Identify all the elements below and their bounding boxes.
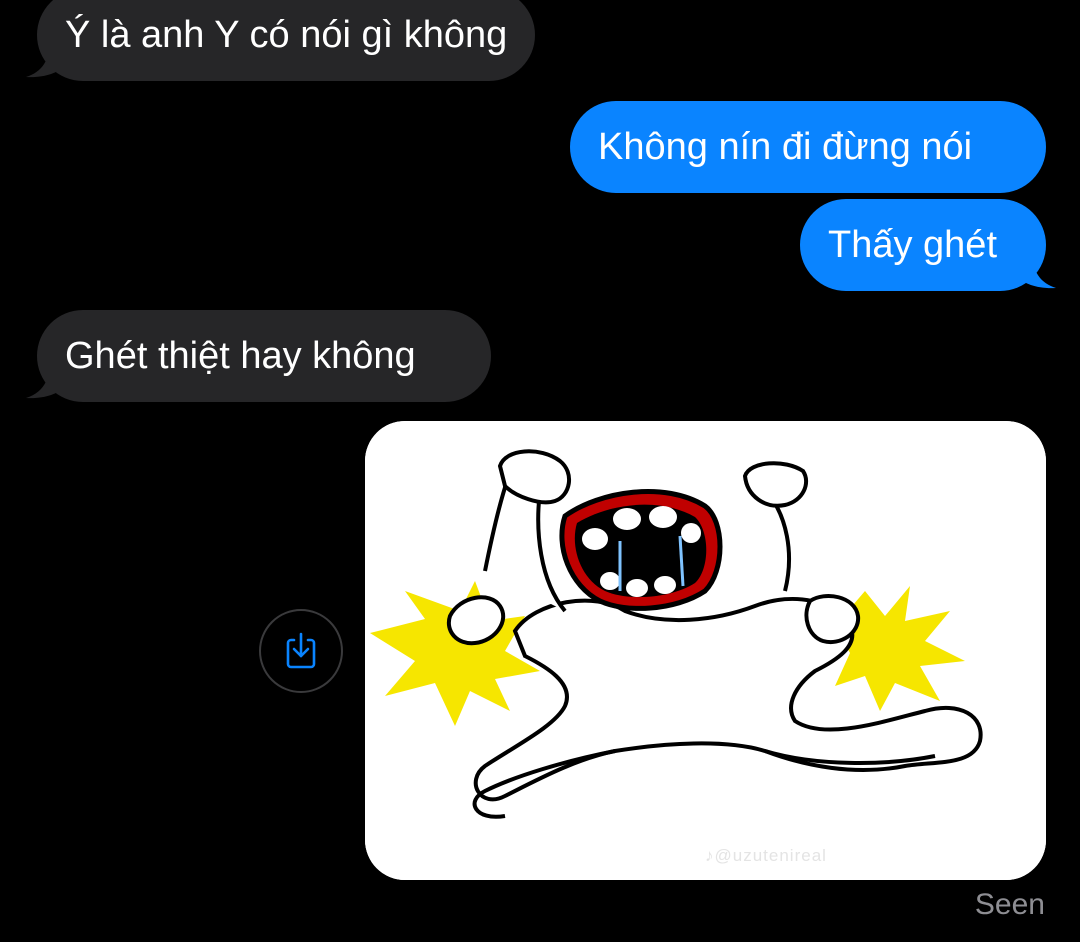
- crying-tantrum-cartoon-image: [365, 421, 1046, 880]
- message-text: Thấy ghét: [828, 224, 997, 266]
- bubble-tail-outgoing: [1018, 251, 1056, 289]
- message-bubble-incoming[interactable]: Ý là anh Y có nói gì không: [37, 0, 536, 81]
- bubble-tail-incoming: [26, 40, 64, 78]
- image-message[interactable]: ♪@uzutenireal: [365, 421, 1046, 880]
- message-bubble-outgoing[interactable]: Thấy ghét: [800, 199, 1046, 291]
- save-image-button[interactable]: [259, 609, 343, 693]
- image-watermark: ♪@uzutenireal: [705, 846, 827, 865]
- message-bubble-outgoing[interactable]: Không nín đi đừng nói: [570, 101, 1046, 193]
- share-download-icon: [286, 632, 316, 669]
- message-text: Không nín đi đừng nói: [598, 126, 973, 168]
- message-text: Ghét thiệt hay không: [65, 335, 416, 377]
- message-text: Ý là anh Y có nói gì không: [65, 14, 508, 56]
- seen-status: Seen: [974, 888, 1045, 921]
- message-bubble-incoming[interactable]: Ghét thiệt hay không: [37, 310, 491, 402]
- bubble-tail-incoming: [26, 361, 64, 399]
